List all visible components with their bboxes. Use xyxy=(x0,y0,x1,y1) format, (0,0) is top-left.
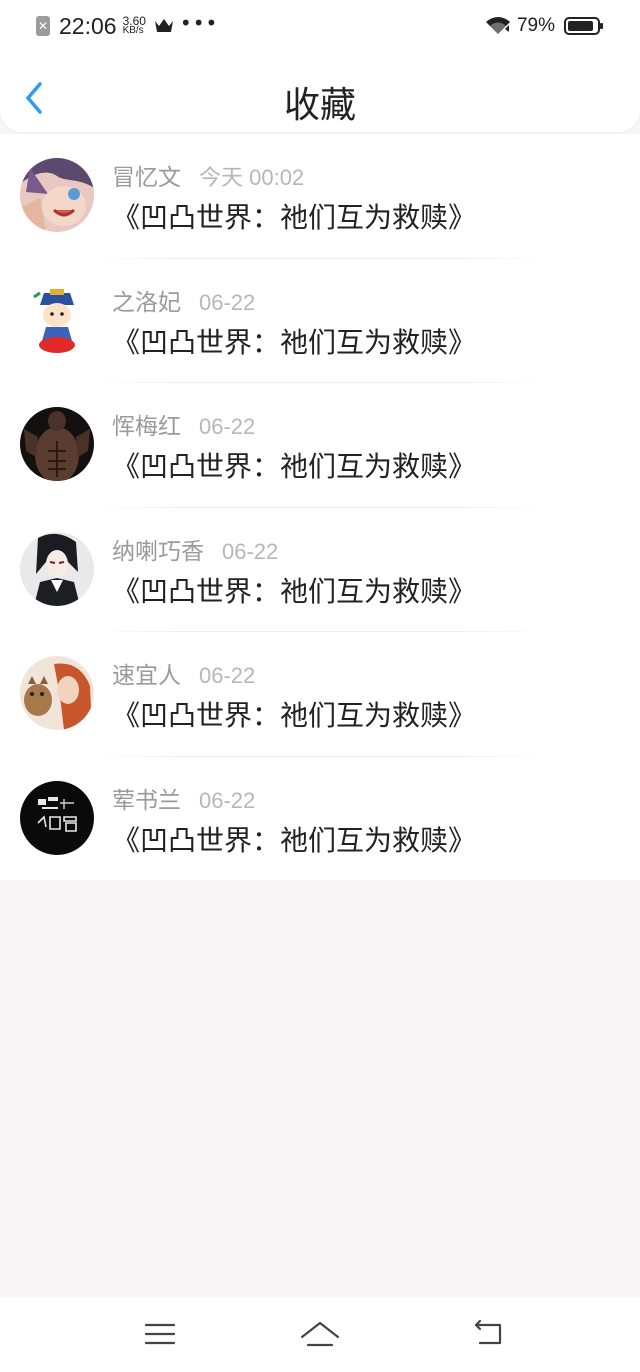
user-name: 冒忆文 xyxy=(112,165,181,191)
item-meta: 冒忆文 今天 00:02 xyxy=(112,158,304,192)
battery-percent: 79% xyxy=(516,15,555,36)
work-title: 《凹凸世界：祂们互为救赎》 xyxy=(112,201,477,234)
timestamp: 06-22 xyxy=(222,538,279,564)
home-icon[interactable] xyxy=(298,1317,342,1351)
network-speed: 3.60 KB/s xyxy=(122,15,146,36)
page-title: 收藏 xyxy=(283,85,356,126)
timestamp: 06-22 xyxy=(199,663,256,688)
more-dots-icon: ••• xyxy=(179,11,219,35)
status-bar: ✕ 22:06 3.60 KB/s ••• 79% xyxy=(0,0,640,52)
user-name: 速宜人 xyxy=(112,663,181,689)
list-item[interactable]: 冒忆文 今天 00:02 《凹凸世界：祂们互为救赎》 xyxy=(0,134,640,259)
wifi-icon xyxy=(485,17,510,34)
header: 收藏 xyxy=(0,52,640,132)
work-title: 《凹凸世界：祂们互为救赎》 xyxy=(112,450,477,483)
timestamp: 06-22 xyxy=(199,289,256,315)
item-meta: 恽梅红 06-22 xyxy=(112,407,255,441)
list-item[interactable]: 恽梅红 06-22 《凹凸世界：祂们互为救赎》 xyxy=(0,383,640,508)
user-name: 纳喇巧香 xyxy=(112,538,204,565)
anime-character-avatar xyxy=(20,158,94,232)
avatar xyxy=(20,531,94,606)
item-meta: 荤书兰 06-22 xyxy=(112,781,255,815)
item-meta: 速宜人 06-22 xyxy=(112,656,255,690)
avatar xyxy=(20,407,94,481)
work-title: 《凹凸世界：祂们互为救赎》 xyxy=(112,823,477,857)
favorites-list: 冒忆文 今天 00:02 《凹凸世界：祂们互为救赎》 之洛妃 06-22 《凹凸… xyxy=(0,134,640,880)
list-item[interactable]: 速宜人 06-22 《凹凸世界：祂们互为救赎》 xyxy=(0,632,640,757)
work-title: 《凹凸世界：祂们互为救赎》 xyxy=(112,699,477,732)
menu-icon[interactable] xyxy=(140,1317,180,1351)
timestamp: 今天 00:02 xyxy=(199,165,305,190)
system-navigation-bar xyxy=(0,1297,640,1372)
user-name: 之洛妃 xyxy=(112,289,181,316)
item-meta: 纳喇巧香 06-22 xyxy=(112,532,278,566)
clock: 22:06 xyxy=(59,12,117,39)
avatar xyxy=(20,282,94,357)
battery-icon xyxy=(564,17,603,35)
status-bar-left: ✕ 22:06 3.60 KB/s ••• xyxy=(36,11,219,40)
work-title: 《凹凸世界：祂们互为救赎》 xyxy=(112,325,477,359)
girl-with-cat-avatar xyxy=(20,656,94,730)
status-bar-right: 79% xyxy=(485,12,604,40)
list-item[interactable]: 之洛妃 06-22 《凹凸世界：祂们互为救赎》 xyxy=(0,259,640,383)
avatar xyxy=(20,656,94,730)
network-speed-unit: KB/s xyxy=(122,25,144,36)
timestamp: 06-22 xyxy=(199,414,256,439)
item-meta: 之洛妃 06-22 xyxy=(112,283,255,317)
cartoon-emperor-avatar xyxy=(20,282,94,357)
notification-blocked-icon: ✕ xyxy=(36,16,50,36)
butler-character-avatar xyxy=(20,531,94,606)
muscular-figure-avatar xyxy=(20,407,94,481)
timestamp: 06-22 xyxy=(199,787,256,813)
user-name: 恽梅红 xyxy=(112,414,181,440)
user-name: 荤书兰 xyxy=(112,787,181,814)
avatar xyxy=(20,780,94,855)
back-icon[interactable] xyxy=(468,1317,508,1351)
avatar xyxy=(20,158,94,232)
work-title: 《凹凸世界：祂们互为救赎》 xyxy=(112,574,477,608)
crown-icon xyxy=(154,19,173,32)
list-item[interactable]: 纳喇巧香 06-22 《凹凸世界：祂们互为救赎》 xyxy=(0,508,640,632)
black-calligraphy-avatar xyxy=(20,780,94,855)
list-item[interactable]: 荤书兰 06-22 《凹凸世界：祂们互为救赎》 xyxy=(0,757,640,882)
